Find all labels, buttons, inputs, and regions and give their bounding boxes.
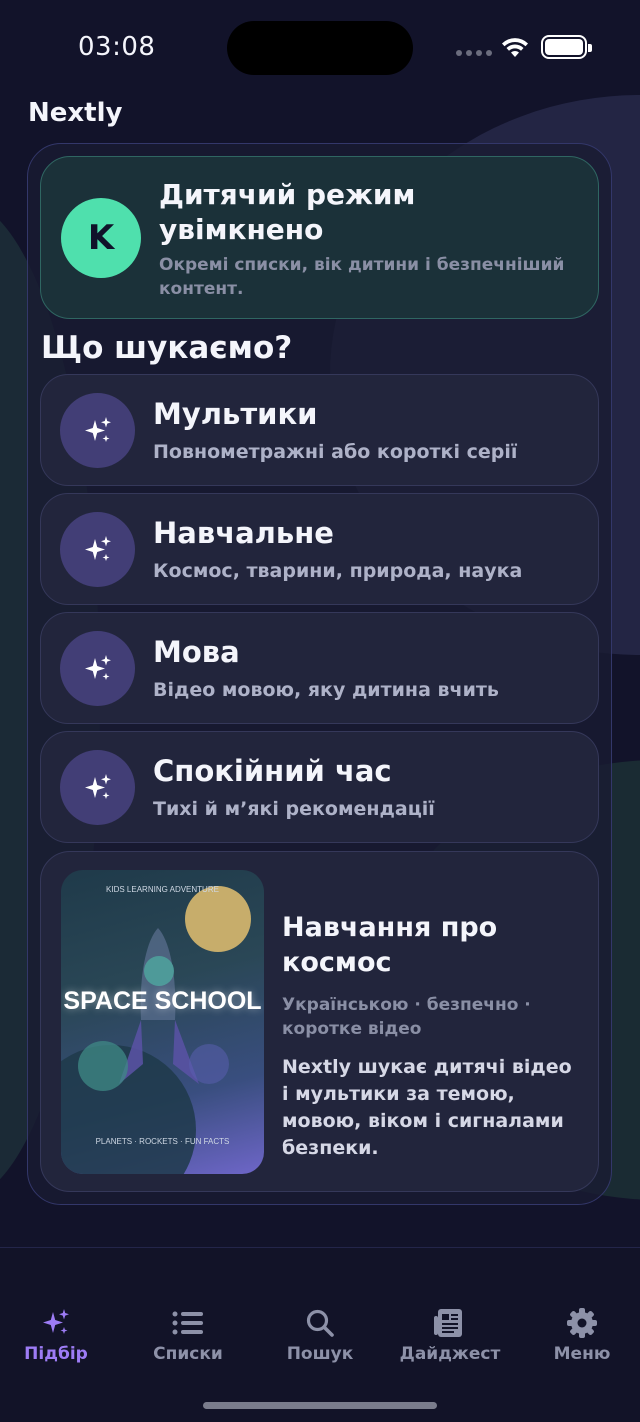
- poster-bottom-text: PLANETS · ROCKETS · FUN FACTS: [95, 1137, 230, 1146]
- sparkles-icon: [0, 1306, 116, 1340]
- category-title: Спокійний час: [153, 754, 392, 788]
- wifi-icon: [502, 38, 528, 57]
- tab-picks[interactable]: Підбір: [0, 1306, 116, 1364]
- kids-mode-title: Дитячий режим увімкнено: [159, 178, 416, 246]
- avatar: K: [61, 198, 141, 278]
- poster-title: SPACE SCHOOL: [63, 987, 262, 1015]
- category-title: Мультики: [153, 397, 318, 431]
- category-title: Мова: [153, 635, 240, 669]
- category-subtitle: Космос, тварини, природа, наука: [153, 560, 523, 582]
- gear-icon: [522, 1306, 640, 1340]
- featured-meta: Українською · безпечно · коротке відео: [282, 995, 531, 1039]
- sparkles-icon: [60, 512, 135, 587]
- tab-search[interactable]: Пошук: [260, 1306, 380, 1364]
- category-cartoons[interactable]: Мультики Повнометражні або короткі серії: [40, 374, 599, 486]
- poster-illustration: [61, 886, 251, 1174]
- kids-mode-subtitle: Окремі списки, вік дитини і безпечніший …: [159, 255, 565, 299]
- featured-description: Nextly шукає дитячі відео і мультики за …: [282, 1056, 572, 1159]
- featured-video-card[interactable]: KIDS LEARNING ADVENTURE SPACE SCHOOL PLA…: [40, 851, 599, 1192]
- tab-label: Дайджест: [399, 1344, 501, 1364]
- tab-digest[interactable]: Дайджест: [390, 1306, 510, 1364]
- tab-lists[interactable]: Списки: [128, 1306, 248, 1364]
- dynamic-island: [227, 21, 413, 75]
- featured-title: Навчання про космос: [282, 912, 498, 978]
- tab-bar: Підбір Списки Пошук Дайджест Меню: [0, 1247, 640, 1422]
- category-educational[interactable]: Навчальне Космос, тварини, природа, наук…: [40, 493, 599, 605]
- sparkles-icon: [60, 393, 135, 468]
- poster-top-text: KIDS LEARNING ADVENTURE: [106, 885, 219, 894]
- category-language[interactable]: Мова Відео мовою, яку дитина вчить: [40, 612, 599, 724]
- tab-label: Пошук: [286, 1344, 354, 1364]
- home-indicator[interactable]: [203, 1402, 437, 1409]
- category-subtitle: Відео мовою, яку дитина вчить: [153, 679, 499, 701]
- cellular-signal-icon: [456, 50, 492, 56]
- kids-mode-card[interactable]: K Дитячий режим увімкнено Окремі списки,…: [40, 156, 599, 319]
- category-subtitle: Тихі й м’які рекомендації: [153, 798, 435, 820]
- category-calm-time[interactable]: Спокійний час Тихі й м’які рекомендації: [40, 731, 599, 843]
- section-title: Що шукаємо?: [41, 330, 293, 366]
- tab-label: Підбір: [24, 1344, 88, 1364]
- tab-label: Меню: [553, 1344, 611, 1364]
- search-icon: [260, 1306, 380, 1340]
- battery-icon: [541, 35, 592, 59]
- app-title: Nextly: [28, 98, 123, 128]
- video-poster[interactable]: KIDS LEARNING ADVENTURE SPACE SCHOOL PLA…: [61, 870, 264, 1174]
- sparkles-icon: [60, 631, 135, 706]
- category-title: Навчальне: [153, 516, 334, 550]
- newspaper-icon: [390, 1306, 510, 1340]
- status-bar: 03:08: [0, 0, 640, 96]
- status-time: 03:08: [78, 32, 156, 62]
- tab-label: Списки: [153, 1344, 223, 1364]
- sparkles-icon: [60, 750, 135, 825]
- category-subtitle: Повнометражні або короткі серії: [153, 441, 518, 463]
- tab-menu[interactable]: Меню: [522, 1306, 640, 1364]
- list-icon: [128, 1306, 248, 1340]
